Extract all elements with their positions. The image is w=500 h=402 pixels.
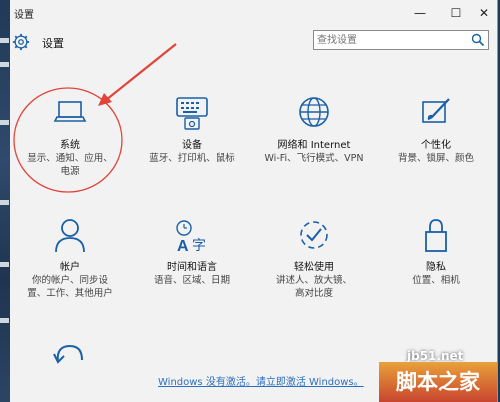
tile-personalization-desc: 背景、锁屏、颜色 xyxy=(397,153,474,164)
tile-time-language-desc: 语音、区域、日期 xyxy=(153,275,230,286)
search-box[interactable] xyxy=(313,30,489,50)
paint-icon xyxy=(422,98,450,123)
update-security-icon[interactable] xyxy=(52,340,88,366)
tile-accounts-desc: 你的帐户、同步设置、工作、其他用户 xyxy=(27,275,113,299)
tile-system-desc: 显示、通知、应用、电源 xyxy=(27,153,113,177)
tile-privacy-label: 隐私 xyxy=(426,262,446,273)
tile-personalization-label: 个性化 xyxy=(421,140,451,151)
watermark-logo: 脚本之家 xyxy=(379,362,497,402)
tile-devices-label: 设备 xyxy=(182,140,202,151)
close-button[interactable]: ✕ xyxy=(472,4,496,22)
tile-devices[interactable]: 设备 蓝牙、打印机、鼠标 xyxy=(132,96,252,206)
tile-system-label: 系统 xyxy=(60,140,80,151)
tile-ease-of-access-desc: 讲述人、放大镜、高对比度 xyxy=(275,275,352,299)
person-icon xyxy=(55,219,85,252)
tile-accounts[interactable]: 帐户 你的帐户、同步设置、工作、其他用户 xyxy=(10,218,130,328)
tile-network-desc: Wi-Fi、飞行模式、VPN xyxy=(264,153,364,164)
tile-devices-desc: 蓝牙、打印机、鼠标 xyxy=(149,153,235,164)
tile-system[interactable]: 系统 显示、通知、应用、电源 xyxy=(10,96,130,206)
settings-window: 设置 — ☐ ✕ 设置 系统 显示、通知、应用、电源 xyxy=(10,0,498,402)
desktop-background xyxy=(0,0,10,402)
search-input[interactable] xyxy=(317,32,463,48)
ease-of-access-icon xyxy=(300,221,328,249)
search-icon[interactable] xyxy=(470,32,486,48)
laptop-icon xyxy=(53,101,87,122)
tile-personalization[interactable]: 个性化 背景、锁屏、颜色 xyxy=(376,96,496,206)
tile-accounts-label: 帐户 xyxy=(60,262,80,273)
lock-icon xyxy=(425,219,447,252)
maximize-button[interactable]: ☐ xyxy=(444,4,468,22)
watermark-site: jb51.net xyxy=(407,349,464,363)
window-title: 设置 xyxy=(14,10,34,21)
tile-privacy[interactable]: 隐私 位置、相机 xyxy=(376,218,496,328)
tile-network-label: 网络和 Internet xyxy=(277,140,351,151)
gear-icon xyxy=(12,33,30,51)
tile-ease-of-access[interactable]: 轻松使用 讲述人、放大镜、高对比度 xyxy=(254,218,374,328)
svg-text:A: A xyxy=(177,238,189,252)
language-icon: A 字 xyxy=(176,220,206,252)
page-title: 设置 xyxy=(42,37,64,50)
tile-time-language[interactable]: A 字 时间和语言 语音、区域、日期 xyxy=(132,218,252,328)
tile-time-language-label: 时间和语言 xyxy=(167,262,217,273)
tile-privacy-desc: 位置、相机 xyxy=(412,275,460,286)
minimize-button[interactable]: — xyxy=(408,4,432,22)
tile-network[interactable]: 网络和 Internet Wi-Fi、飞行模式、VPN xyxy=(254,96,374,206)
globe-icon xyxy=(299,97,329,127)
keyboard-speaker-icon xyxy=(176,97,208,130)
title-bar[interactable]: 设置 — ☐ ✕ xyxy=(10,0,497,26)
tile-ease-of-access-label: 轻松使用 xyxy=(294,262,334,273)
activation-link[interactable]: Windows 没有激活。请立即激活 Windows。 xyxy=(158,373,364,388)
svg-text:字: 字 xyxy=(192,238,206,252)
